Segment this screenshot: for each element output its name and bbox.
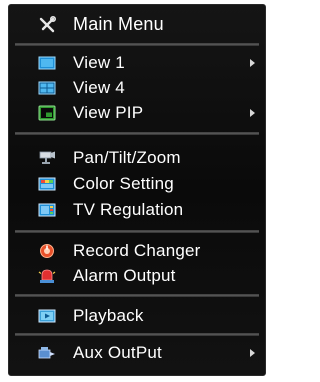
main-menu: Main Menu View 1 View 4 View PIP Pan/Til… [8, 4, 266, 376]
menu-item-label: View 1 [73, 53, 125, 72]
pip-icon [38, 105, 56, 121]
menu-item-label: TV Regulation [73, 200, 184, 219]
menu-item-aux-output[interactable]: Aux OutPut [9, 340, 265, 366]
menu-item-label: Alarm Output [73, 266, 176, 285]
menu-item-alarm-output[interactable]: Alarm Output [9, 263, 265, 289]
menu-title-row: Main Menu [9, 11, 265, 37]
tools-icon [38, 16, 56, 33]
aux-output-icon [38, 345, 56, 361]
menu-item-label: Playback [73, 306, 144, 325]
color-setting-icon [38, 176, 56, 192]
menu-item-label: Record Changer [73, 241, 201, 260]
menu-item-view-4[interactable]: View 4 [9, 75, 265, 101]
record-icon [38, 243, 56, 259]
menu-item-playback[interactable]: Playback [9, 303, 265, 329]
separator [15, 294, 259, 297]
menu-item-view-pip[interactable]: View PIP [9, 100, 265, 126]
menu-item-label: Pan/Tilt/Zoom [73, 148, 181, 167]
menu-item-label: Color Setting [73, 174, 174, 193]
menu-item-label: Aux OutPut [73, 343, 162, 362]
menu-item-label: View PIP [73, 103, 144, 122]
menu-title: Main Menu [73, 13, 164, 34]
tv-regulation-icon [38, 202, 56, 218]
single-view-icon [38, 55, 56, 71]
menu-item-tv-regulation[interactable]: TV Regulation [9, 197, 265, 223]
menu-item-color-setting[interactable]: Color Setting [9, 171, 265, 197]
menu-item-label: View 4 [73, 78, 125, 97]
ptz-camera-icon [38, 150, 56, 166]
alarm-icon [38, 268, 56, 284]
menu-item-pan-tilt-zoom[interactable]: Pan/Tilt/Zoom [9, 145, 265, 171]
quad-view-icon [38, 80, 56, 96]
separator [15, 132, 259, 135]
submenu-arrow-icon [250, 349, 255, 357]
separator [15, 43, 259, 46]
menu-item-record-changer[interactable]: Record Changer [9, 238, 265, 264]
separator [15, 230, 259, 233]
separator [15, 333, 259, 336]
submenu-arrow-icon [250, 109, 255, 117]
playback-icon [38, 308, 56, 324]
submenu-arrow-icon [250, 59, 255, 67]
menu-item-view-1[interactable]: View 1 [9, 50, 265, 76]
